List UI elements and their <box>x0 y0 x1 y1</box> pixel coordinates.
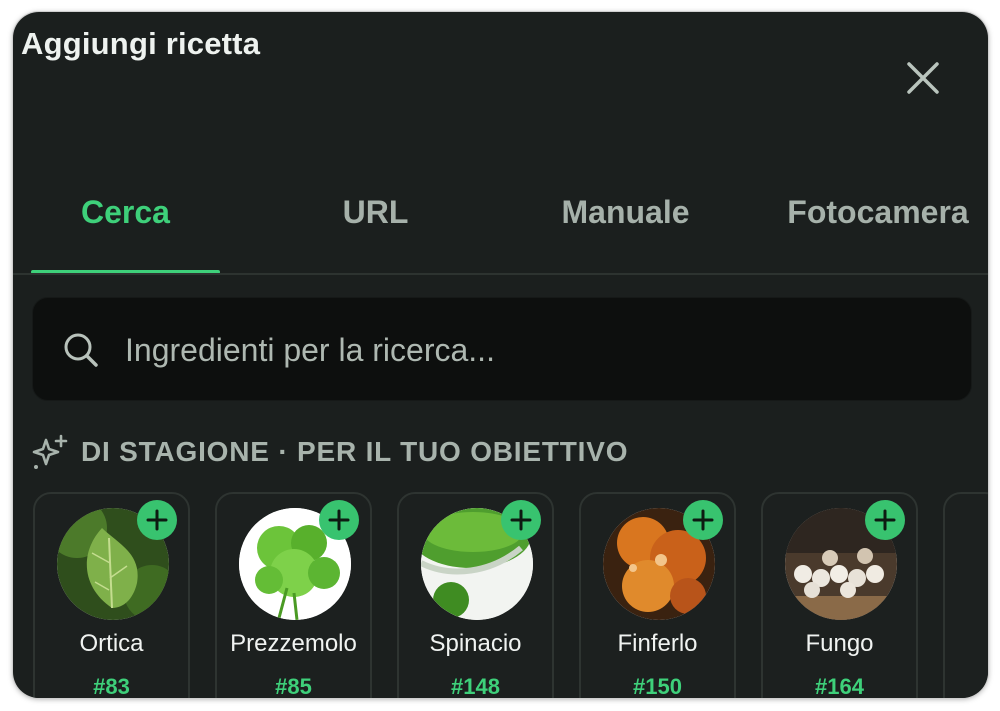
search-input[interactable] <box>123 324 947 376</box>
section-title: DI STAGIONE · PER IL TUO OBIETTIVO <box>81 436 629 467</box>
ingredient-name: Prezzemolo <box>230 630 357 657</box>
close-icon <box>907 62 939 94</box>
ingredient-name: Spinacio <box>429 630 522 657</box>
plus-icon <box>692 509 714 531</box>
sparkles-icon <box>32 434 68 469</box>
plus-icon <box>328 509 350 531</box>
ingredient-name: Finferlo <box>617 630 698 657</box>
ingredient-rank: #150 <box>633 674 682 698</box>
add-finferlo-button[interactable] <box>683 500 723 540</box>
ingredient-rank: #148 <box>451 674 500 698</box>
ingredient-name: Fungo <box>805 630 874 657</box>
tab-url[interactable]: URL <box>281 194 470 244</box>
ingredient-card[interactable]: Prezzemolo #85 <box>215 492 372 698</box>
ingredient-card[interactable]: Finferlo #150 <box>579 492 736 698</box>
tab-bar: Cerca URL Manuale Fotocamera <box>13 172 988 274</box>
plus-icon <box>874 509 896 531</box>
tab-manuale[interactable]: Manuale <box>531 194 720 244</box>
add-ortica-button[interactable] <box>137 500 177 540</box>
ingredient-card[interactable]: Spinacio #148 <box>397 492 554 698</box>
ingredient-name: Ortica <box>79 630 144 657</box>
add-spinacio-button[interactable] <box>501 500 541 540</box>
add-recipe-sheet: Aggiungi ricetta Cerca URL Manuale Fotoc… <box>13 12 988 698</box>
ingredient-card-partial[interactable] <box>943 492 988 698</box>
ingredient-carousel[interactable]: Ortica #83 Prezzemolo #85 Spinacio #148 … <box>13 492 988 698</box>
ingredient-rank: #85 <box>275 674 312 698</box>
search-icon <box>64 333 98 367</box>
ingredient-rank: #83 <box>93 674 130 698</box>
add-fungo-button[interactable] <box>865 500 905 540</box>
ingredient-rank: #164 <box>815 674 864 698</box>
plus-icon <box>510 509 532 531</box>
tab-fotocamera[interactable]: Fotocamera <box>778 194 978 244</box>
ingredient-card[interactable]: Fungo #164 <box>761 492 918 698</box>
ingredient-card[interactable]: Ortica #83 <box>33 492 190 698</box>
close-button[interactable] <box>901 56 945 100</box>
tab-cerca[interactable]: Cerca <box>31 194 220 244</box>
page-title: Aggiungi ricetta <box>21 26 261 61</box>
tabs-divider <box>13 273 988 275</box>
add-prezzemolo-button[interactable] <box>319 500 359 540</box>
plus-icon <box>146 509 168 531</box>
search-bar[interactable] <box>32 297 972 401</box>
